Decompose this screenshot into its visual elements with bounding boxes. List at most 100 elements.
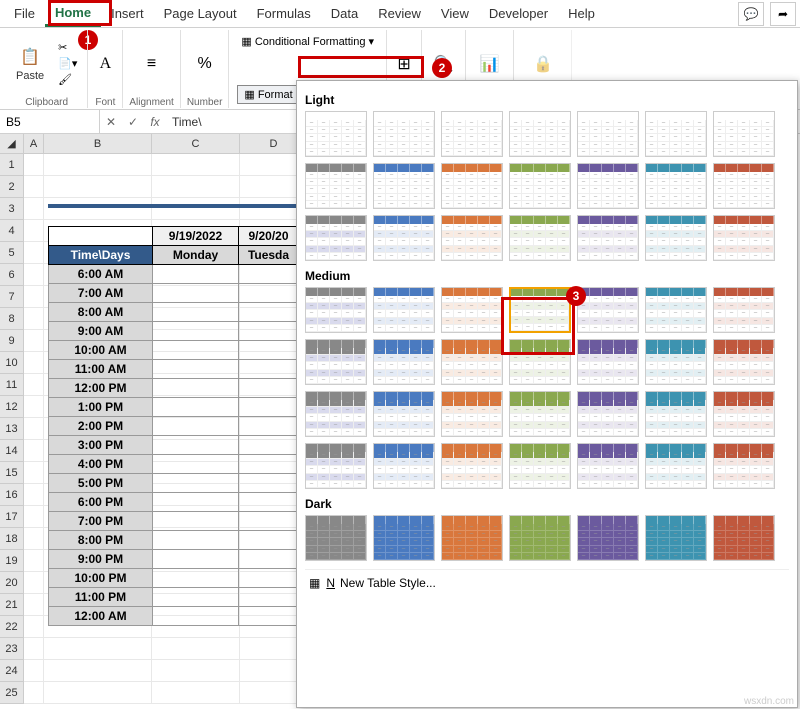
time-cell[interactable]: 3:00 PM	[49, 436, 153, 455]
slot-cell[interactable]	[153, 265, 239, 284]
cell[interactable]	[24, 396, 44, 418]
tab-data[interactable]: Data	[321, 2, 368, 25]
table-style-thumb[interactable]	[305, 515, 367, 561]
date-cell[interactable]: 9/19/2022	[153, 227, 239, 246]
table-style-thumb[interactable]	[441, 215, 503, 261]
row-header[interactable]: 4	[0, 220, 24, 242]
slot-cell[interactable]	[153, 493, 239, 512]
table-style-thumb[interactable]	[713, 287, 775, 333]
time-cell[interactable]: 9:00 PM	[49, 550, 153, 569]
time-cell[interactable]: 10:00 PM	[49, 569, 153, 588]
slot-cell[interactable]	[153, 322, 239, 341]
table-style-thumb[interactable]	[305, 287, 367, 333]
cell[interactable]	[24, 220, 44, 242]
table-style-thumb[interactable]	[441, 111, 503, 157]
row-header[interactable]: 17	[0, 506, 24, 528]
slot-cell[interactable]	[239, 341, 299, 360]
slot-cell[interactable]	[239, 303, 299, 322]
slot-cell[interactable]	[153, 417, 239, 436]
row-header[interactable]: 14	[0, 440, 24, 462]
slot-cell[interactable]	[239, 474, 299, 493]
table-style-thumb[interactable]	[373, 443, 435, 489]
table-style-thumb[interactable]	[509, 111, 571, 157]
tab-pagelayout[interactable]: Page Layout	[154, 2, 247, 25]
select-all-corner[interactable]: ◢	[0, 134, 24, 154]
slot-cell[interactable]	[153, 474, 239, 493]
table-style-thumb[interactable]	[645, 391, 707, 437]
time-cell[interactable]: 11:00 PM	[49, 588, 153, 607]
paste-button[interactable]: 📋 Paste	[12, 44, 48, 84]
tab-home[interactable]: Home	[45, 1, 101, 27]
table-style-thumb[interactable]	[305, 163, 367, 209]
cell[interactable]	[24, 198, 44, 220]
time-cell[interactable]: 6:00 PM	[49, 493, 153, 512]
tab-help[interactable]: Help	[558, 2, 605, 25]
table-style-thumb[interactable]	[713, 215, 775, 261]
cell[interactable]	[44, 176, 152, 198]
cell[interactable]	[24, 286, 44, 308]
cell[interactable]	[24, 242, 44, 264]
time-cell[interactable]: 11:00 AM	[49, 360, 153, 379]
table-style-thumb[interactable]	[305, 443, 367, 489]
table-style-thumb[interactable]	[645, 111, 707, 157]
table-style-thumb[interactable]	[713, 111, 775, 157]
cell[interactable]	[24, 418, 44, 440]
cell[interactable]	[24, 330, 44, 352]
row-header[interactable]: 3	[0, 198, 24, 220]
comments-icon[interactable]: 💬	[738, 2, 764, 26]
table-style-thumb[interactable]	[509, 339, 571, 385]
table-style-thumb[interactable]	[305, 215, 367, 261]
fx-icon[interactable]: fx	[144, 115, 166, 129]
time-cell[interactable]: 12:00 AM	[49, 607, 153, 626]
slot-cell[interactable]	[153, 455, 239, 474]
cells-icon[interactable]: ⊞	[393, 53, 415, 75]
table-style-thumb[interactable]	[305, 391, 367, 437]
cell[interactable]	[152, 638, 240, 660]
col-A[interactable]: A	[24, 134, 44, 154]
table-style-thumb[interactable]	[441, 163, 503, 209]
table-style-thumb[interactable]	[441, 287, 503, 333]
slot-cell[interactable]	[239, 512, 299, 531]
table-style-thumb[interactable]	[373, 515, 435, 561]
row-header[interactable]: 16	[0, 484, 24, 506]
table-style-thumb[interactable]	[713, 443, 775, 489]
time-cell[interactable]: 7:00 PM	[49, 512, 153, 531]
alignment-icon[interactable]: ≡	[141, 53, 163, 75]
row-header[interactable]: 24	[0, 660, 24, 682]
table-style-thumb[interactable]	[645, 443, 707, 489]
conditional-formatting-button[interactable]: ▦ Conditional Formatting ▾	[237, 34, 378, 49]
cell[interactable]	[24, 528, 44, 550]
row-header[interactable]: 5	[0, 242, 24, 264]
table-style-thumb[interactable]	[713, 391, 775, 437]
cell[interactable]	[24, 308, 44, 330]
slot-cell[interactable]	[239, 284, 299, 303]
name-box[interactable]: B5	[0, 110, 100, 133]
slot-cell[interactable]	[239, 531, 299, 550]
slot-cell[interactable]	[153, 512, 239, 531]
row-header[interactable]: 22	[0, 616, 24, 638]
time-cell[interactable]: 1:00 PM	[49, 398, 153, 417]
cell[interactable]	[24, 462, 44, 484]
slot-cell[interactable]	[153, 284, 239, 303]
slot-cell[interactable]	[153, 550, 239, 569]
number-icon[interactable]: %	[194, 53, 216, 75]
cut-button[interactable]: ✂	[54, 40, 81, 55]
table-style-thumb[interactable]	[441, 443, 503, 489]
cell[interactable]	[44, 682, 152, 704]
cell[interactable]	[24, 550, 44, 572]
table-style-thumb[interactable]	[305, 339, 367, 385]
cell[interactable]	[24, 440, 44, 462]
analyze-icon[interactable]: 📊	[479, 53, 501, 75]
share-icon[interactable]: ➦	[770, 2, 796, 26]
table-style-thumb[interactable]	[509, 215, 571, 261]
time-cell[interactable]: 5:00 PM	[49, 474, 153, 493]
cell[interactable]	[152, 176, 240, 198]
table-style-thumb[interactable]	[713, 515, 775, 561]
slot-cell[interactable]	[239, 607, 299, 626]
table-style-thumb[interactable]	[645, 163, 707, 209]
schedule-table[interactable]: 9/19/2022 9/20/20 Time\Days Monday Tuesd…	[48, 226, 299, 626]
row-header[interactable]: 9	[0, 330, 24, 352]
table-style-thumb[interactable]	[645, 287, 707, 333]
slot-cell[interactable]	[153, 436, 239, 455]
tab-formulas[interactable]: Formulas	[247, 2, 321, 25]
